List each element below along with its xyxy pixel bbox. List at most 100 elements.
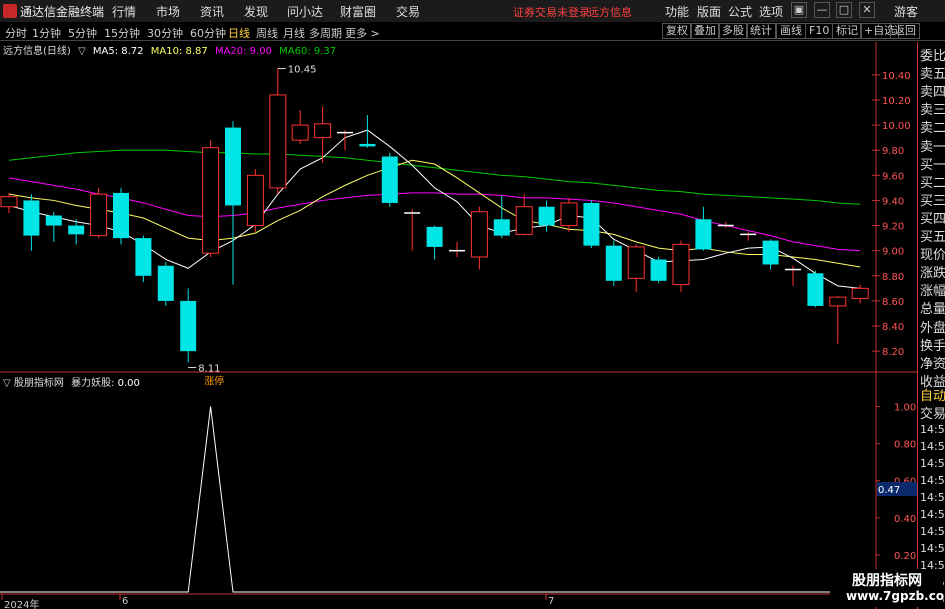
trade-time: 14:56	[920, 491, 945, 504]
candle-body	[493, 219, 510, 236]
side-panel-label: 换手	[920, 338, 945, 354]
chevron-down-icon[interactable]: ▽	[78, 46, 86, 57]
trade-time: 14:56	[920, 457, 945, 470]
candle	[560, 197, 578, 232]
ind-y-tick-label: 0.40	[894, 514, 916, 525]
candle	[359, 115, 376, 148]
candle-body	[627, 246, 645, 279]
candle-body	[829, 296, 847, 307]
candle	[672, 240, 690, 293]
side-panel-label: 净资	[920, 356, 945, 372]
limit-up-tag: 涨停	[204, 374, 224, 387]
candle-body	[560, 202, 578, 227]
ma20-label: MA20: 9.00	[214, 46, 272, 57]
candle-body	[291, 124, 309, 141]
trade-time: 14:56	[920, 525, 945, 538]
y-tick-label: 8.20	[882, 347, 904, 358]
candle-body	[695, 219, 712, 250]
candle	[605, 240, 622, 286]
candle	[180, 288, 197, 363]
candle	[650, 256, 667, 284]
low-label: 8.11	[198, 363, 220, 374]
candle	[426, 225, 443, 260]
indicator-name[interactable]: 股朋指标网	[14, 378, 64, 389]
side-panel-label: 卖三	[920, 103, 945, 119]
high-label: 10.45	[288, 65, 317, 76]
candle-body	[225, 127, 241, 206]
ma60-line	[8, 149, 861, 205]
candle	[381, 152, 398, 207]
candle-body	[246, 174, 264, 227]
watermark: 股朋指标网 www.7gpzb.com	[830, 569, 945, 607]
trade-time: 14:56	[920, 474, 945, 487]
candle-body	[23, 200, 40, 236]
y-tick-label: 10.20	[882, 96, 911, 107]
x-label-year: 2024年	[4, 600, 40, 609]
ind-y-tick-label: 1.00	[894, 403, 916, 414]
side-panel-label: 总量	[920, 302, 945, 318]
candle-body	[851, 287, 869, 299]
candle	[695, 206, 712, 251]
candle	[583, 200, 600, 249]
ma5-label: MA5: 8.72	[92, 46, 144, 57]
candle	[135, 235, 152, 283]
watermark-url: www.7gpzb.com	[846, 589, 945, 603]
candle-body	[381, 156, 398, 203]
candle	[762, 239, 779, 270]
trade-time: 14:56	[920, 423, 945, 436]
side-panel-label: 卖四	[920, 85, 945, 101]
chevron-down-icon[interactable]: ▽	[3, 378, 11, 389]
candle	[90, 187, 108, 239]
candle-body	[650, 259, 667, 281]
candle	[157, 261, 174, 306]
candle	[404, 209, 421, 251]
candle-body	[762, 240, 779, 265]
y-tick-label: 10.00	[882, 121, 911, 132]
main-chart-header: 远方信息(日线) ▽ MA5: 8.72 MA10: 8.87 MA20: 9.…	[0, 42, 340, 57]
ind-y-tick-label: 0.20	[894, 551, 916, 562]
candle	[515, 194, 533, 236]
candle-body	[605, 245, 622, 281]
indicator-value: 0.00	[117, 378, 140, 389]
candle-body	[113, 192, 129, 239]
y-tick-label: 9.40	[882, 196, 904, 207]
candle	[785, 265, 801, 286]
indicator-header: ▽ 股朋指标网 暴力妖股: 0.00	[3, 374, 140, 389]
candle	[225, 121, 241, 285]
trade-label[interactable]: 交易	[920, 403, 945, 422]
candle	[627, 244, 645, 293]
candle-body	[45, 215, 62, 226]
auto-label[interactable]: 自动	[920, 385, 945, 404]
candle	[493, 195, 510, 239]
x-axis: 2024年 6 7	[0, 596, 876, 609]
candle-body	[0, 196, 18, 208]
candle-body	[538, 206, 555, 226]
candle	[538, 200, 555, 232]
indicator-line-label: 暴力妖股:	[71, 378, 118, 389]
side-panel-label: 涨幅	[920, 284, 945, 300]
side-panel-label: 涨跌	[920, 266, 945, 282]
stock-label: 远方信息(日线)	[3, 46, 71, 57]
candle-body	[807, 273, 824, 306]
side-panel-label: 卖五	[920, 67, 945, 83]
candle	[829, 295, 847, 344]
y-tick-label: 9.80	[882, 146, 904, 157]
side-panel-label: 买二	[920, 175, 945, 191]
y-tick-label: 8.60	[882, 297, 904, 308]
side-panel-label: 外盘	[920, 320, 945, 336]
indicator-line	[0, 406, 876, 593]
ma60-label: MA60: 9.37	[279, 46, 337, 57]
watermark-title: 股朋指标网	[852, 573, 922, 589]
trade-time: 14:56	[920, 542, 945, 555]
kline-chart[interactable]: 10.40 10.20 10.00 9.80 9.60 9.40 9.20 9.00 8.80 8…	[0, 0, 917, 609]
trade-time: 14:56	[920, 508, 945, 521]
side-panel-label: 买一	[920, 157, 945, 173]
side-panel-label: 买三	[920, 193, 945, 209]
app-window: 通达信金融终端 行情 市场 资讯 发现 问小达 财富圈 交易 证券交易未登录 远…	[0, 0, 945, 609]
candle-body	[269, 94, 287, 189]
x-label-july: 7	[548, 596, 555, 607]
candle-body	[672, 243, 690, 286]
trade-time: 14:56	[920, 440, 945, 453]
candle-body	[202, 147, 220, 254]
ind-y-tick-label: 0.80	[894, 440, 916, 451]
